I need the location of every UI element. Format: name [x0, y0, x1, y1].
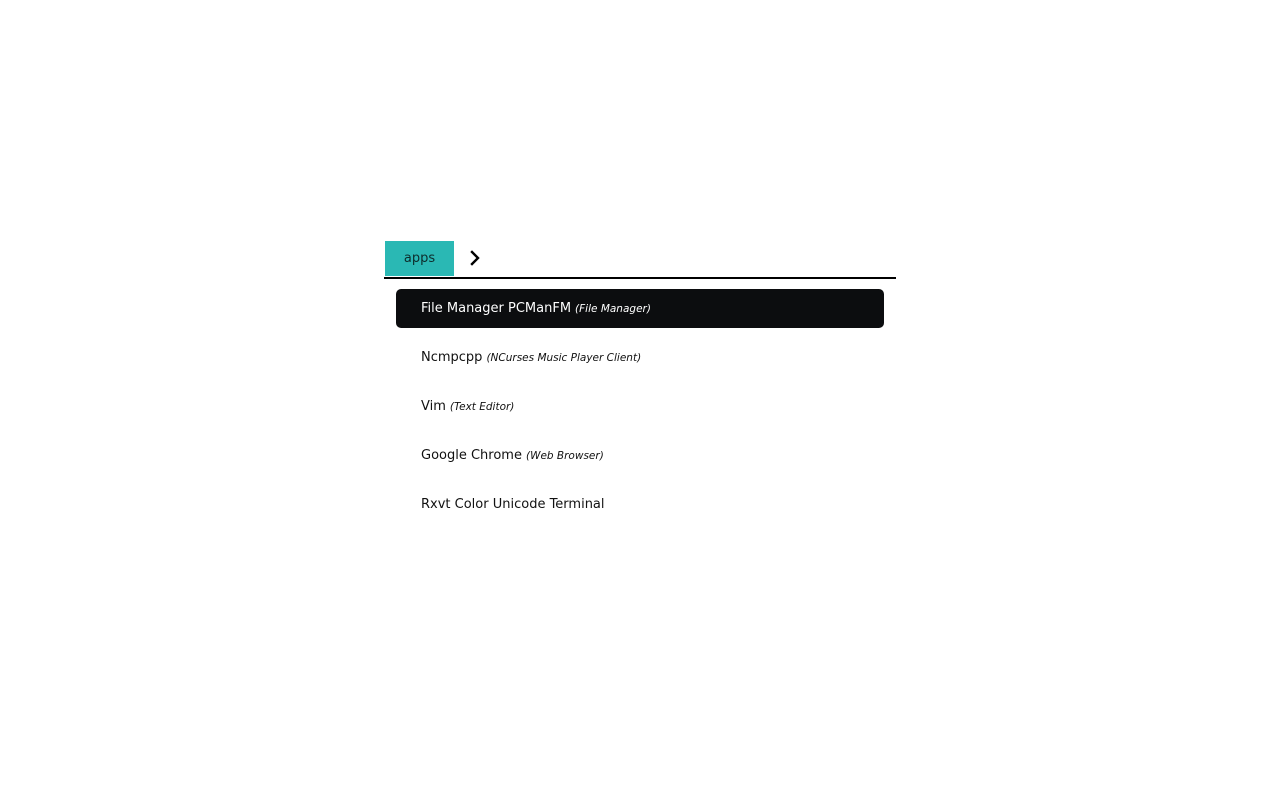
app-launcher: apps File Manager PCManFM (File Manager)… [384, 240, 896, 534]
item-description: (Text Editor) [449, 400, 515, 413]
item-name: Vim [421, 399, 446, 414]
item-name: Google Chrome [421, 448, 522, 463]
item-description: (File Manager) [575, 302, 651, 315]
item-name: File Manager PCManFM [421, 301, 572, 316]
chevron-right-icon [470, 250, 480, 266]
input-bar: apps [384, 240, 896, 279]
list-item[interactable]: Rxvt Color Unicode Terminal [396, 485, 884, 524]
list-item[interactable]: Google Chrome (Web Browser) [396, 436, 884, 475]
search-input[interactable] [486, 244, 886, 274]
results-list: File Manager PCManFM (File Manager) Ncmp… [396, 289, 884, 524]
list-item[interactable]: File Manager PCManFM (File Manager) [396, 289, 884, 328]
list-item[interactable]: Vim (Text Editor) [396, 387, 884, 426]
mode-prompt[interactable]: apps [385, 241, 454, 276]
item-description: (Web Browser) [525, 449, 604, 462]
item-description: (NCurses Music Player Client) [486, 351, 642, 364]
item-name: Rxvt Color Unicode Terminal [421, 497, 605, 512]
list-item[interactable]: Ncmpcpp (NCurses Music Player Client) [396, 338, 884, 377]
item-name: Ncmpcpp [421, 350, 483, 365]
